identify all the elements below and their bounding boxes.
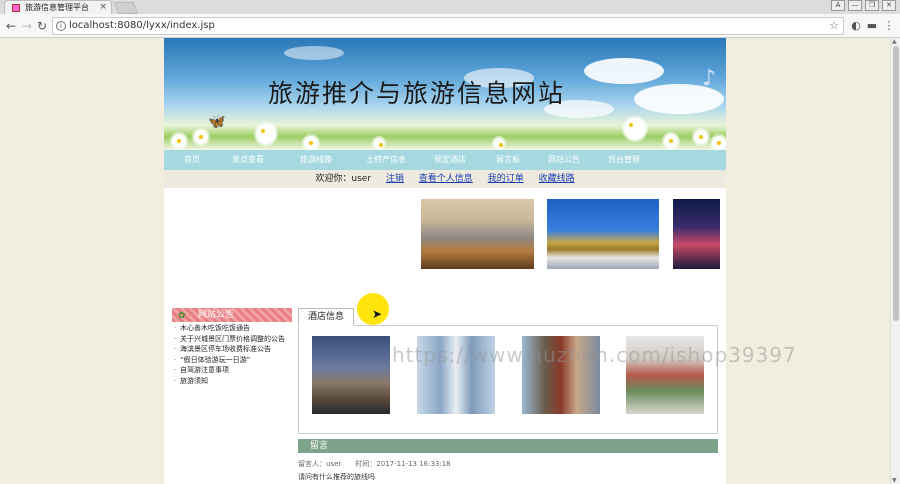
url-text: localhost:8080/lyxx/index.jsp bbox=[69, 20, 215, 31]
menu-item-home[interactable]: 首页 bbox=[164, 150, 210, 170]
logout-link[interactable]: 注销 bbox=[386, 174, 404, 184]
scroll-up-icon[interactable]: ▲ bbox=[892, 38, 897, 45]
notice-item[interactable]: 自驾游注意事项 bbox=[172, 365, 296, 376]
hotel-photo[interactable] bbox=[626, 336, 704, 414]
leaf-icon: ✿ bbox=[178, 311, 186, 321]
menu-item-hotels[interactable]: 预定酒店 bbox=[416, 150, 476, 170]
notice-item[interactable]: 旅游须知 bbox=[172, 376, 296, 387]
site-container: ♪ 旅游推介与旅游信息网站 🦋 首页 景点查看 旅游线路 土特产信息 预定酒店 … bbox=[164, 38, 726, 484]
info-icon[interactable]: i bbox=[56, 21, 66, 31]
notice-list: 木心善木吃饭吃饭通告 关于兴城景区门票价格调整的公告 海滨景区停车场收费标准公告… bbox=[172, 323, 296, 386]
tab-hotel-info[interactable]: 酒店信息 bbox=[298, 308, 354, 326]
butterfly-icon: 🦋 bbox=[208, 114, 226, 130]
window-close-button[interactable]: ✕ bbox=[882, 0, 896, 11]
menu-item-notices[interactable]: 网站公告 bbox=[530, 150, 590, 170]
bookmark-star-icon[interactable]: ☆ bbox=[829, 18, 839, 34]
hotel-photo[interactable] bbox=[522, 336, 600, 414]
window-restore-button[interactable]: ❐ bbox=[865, 0, 879, 11]
music-note-icon: ♪ bbox=[702, 66, 717, 91]
page-scrollbar[interactable]: ▲ ▼ bbox=[890, 38, 900, 484]
welcome-text: 欢迎你：user bbox=[315, 174, 372, 184]
mouse-cursor-icon: ➤ bbox=[372, 307, 383, 321]
cast-icon[interactable]: ▬ bbox=[866, 19, 878, 33]
menu-item-attractions[interactable]: 景点查看 bbox=[210, 150, 274, 170]
notice-item[interactable]: 木心善木吃饭吃饭通告 bbox=[172, 323, 296, 334]
new-tab-button[interactable] bbox=[113, 2, 139, 14]
notice-header: ✿ 网站公告 bbox=[172, 308, 292, 322]
menu-item-admin[interactable]: 后台管理 bbox=[590, 150, 650, 170]
profile-link[interactable]: 查看个人信息 bbox=[419, 174, 473, 184]
menu-item-specialties[interactable]: 土特产信息 bbox=[342, 150, 416, 170]
browser-toolbar: ← → ↻ i localhost:8080/lyxx/index.jsp ☆ … bbox=[0, 14, 900, 38]
notice-item[interactable]: 海滨景区停车场收费标准公告 bbox=[172, 344, 296, 355]
site-banner: ♪ 旅游推介与旅游信息网站 🦋 bbox=[164, 38, 726, 150]
notice-title: 网站公告 bbox=[198, 310, 235, 320]
back-arrow-icon[interactable]: ← bbox=[4, 19, 18, 33]
message-header: 留言 bbox=[298, 439, 718, 453]
forward-arrow-icon[interactable]: → bbox=[20, 19, 34, 33]
tab-close-icon[interactable]: × bbox=[99, 1, 107, 14]
browser-tab-strip: 旅游信息管理平台 × A — ❐ ✕ bbox=[0, 0, 900, 14]
scenic-photo[interactable] bbox=[421, 199, 534, 269]
site-title: 旅游推介与旅游信息网站 bbox=[268, 79, 566, 108]
main-menu: 首页 景点查看 旅游线路 土特产信息 预定酒店 留言板 网站公告 后台管理 bbox=[164, 150, 726, 170]
window-minimize-button[interactable]: — bbox=[848, 0, 862, 11]
scroll-down-icon[interactable]: ▼ bbox=[892, 477, 897, 484]
favorites-link[interactable]: 收藏线路 bbox=[539, 174, 575, 184]
message-meta: 留言人：user 时间：2017-11-13 16:33:18 bbox=[298, 460, 451, 468]
scrollbar-thumb[interactable] bbox=[893, 46, 899, 321]
window-profile-button[interactable]: A bbox=[831, 0, 845, 11]
menu-item-routes[interactable]: 旅游线路 bbox=[274, 150, 342, 170]
browser-tab[interactable]: 旅游信息管理平台 × bbox=[4, 0, 112, 14]
orders-link[interactable]: 我的订单 bbox=[488, 174, 524, 184]
notice-item[interactable]: “假日体验游玩一日游” bbox=[172, 355, 296, 366]
extension-icon[interactable]: ◐ bbox=[850, 19, 862, 33]
menu-dots-icon[interactable]: ⋮ bbox=[883, 19, 895, 33]
user-bar: 欢迎你：user 注销 查看个人信息 我的订单 收藏线路 bbox=[164, 170, 726, 188]
favicon-icon bbox=[12, 4, 20, 12]
hotel-photo[interactable] bbox=[417, 336, 495, 414]
address-bar[interactable]: i localhost:8080/lyxx/index.jsp ☆ bbox=[52, 17, 844, 35]
message-body: 请问有什么推荐的旅线吗 bbox=[298, 473, 375, 481]
page-viewport: ♪ 旅游推介与旅游信息网站 🦋 首页 景点查看 旅游线路 土特产信息 预定酒店 … bbox=[0, 38, 890, 484]
hotel-gallery bbox=[298, 325, 718, 434]
menu-item-guestbook[interactable]: 留言板 bbox=[476, 150, 530, 170]
tab-title: 旅游信息管理平台 bbox=[25, 3, 89, 12]
hotel-photo[interactable] bbox=[312, 336, 390, 414]
reload-icon[interactable]: ↻ bbox=[35, 19, 49, 33]
scenic-photo[interactable] bbox=[673, 199, 720, 269]
notice-item[interactable]: 关于兴城景区门票价格调整的公告 bbox=[172, 334, 296, 345]
window-controls: A — ❐ ✕ bbox=[831, 0, 896, 12]
scenic-photo[interactable] bbox=[547, 199, 659, 269]
